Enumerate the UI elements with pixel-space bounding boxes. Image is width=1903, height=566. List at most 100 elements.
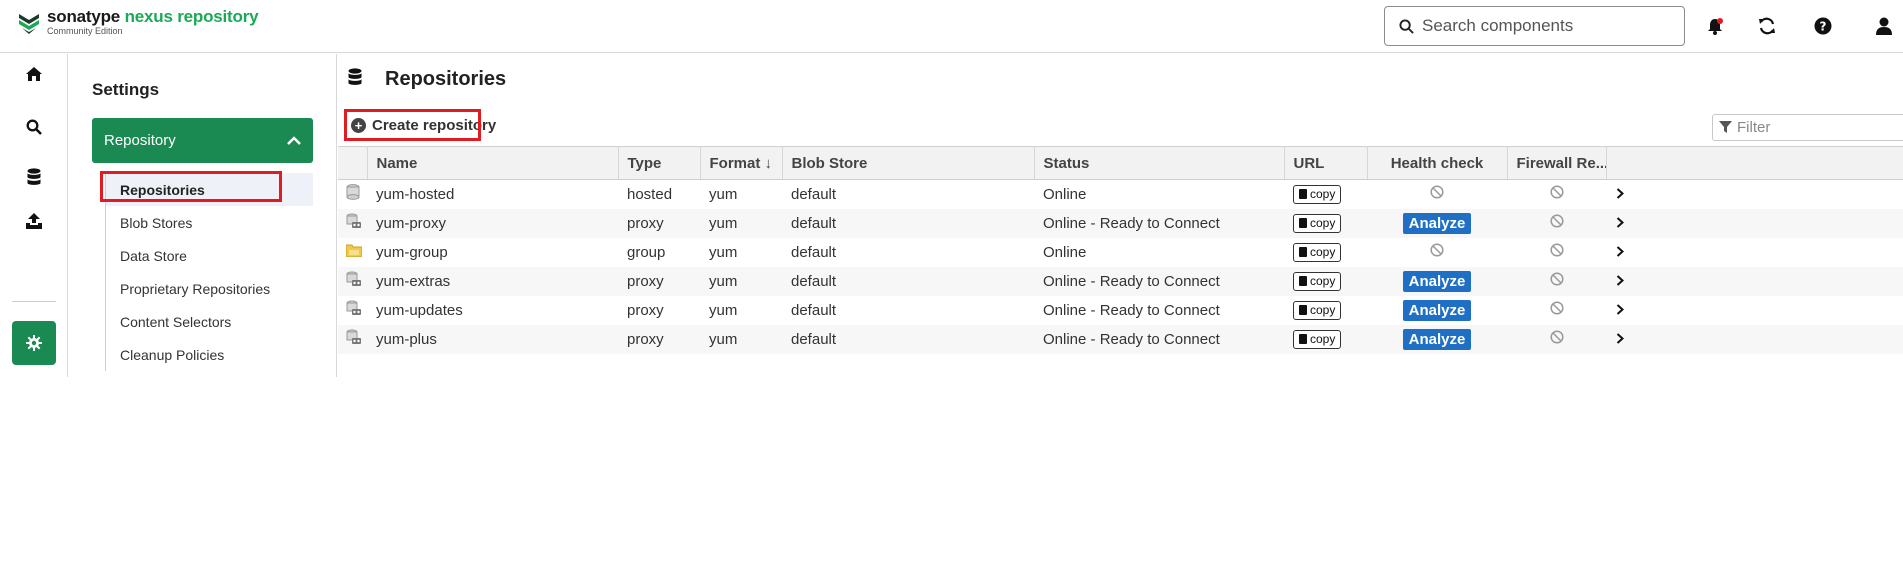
repo-type-icon-cell [338, 266, 367, 296]
repo-status: Online - Ready to Connect [1034, 208, 1284, 238]
repo-url-cell: copy [1284, 180, 1367, 209]
subnav-item-blob-stores[interactable]: Blob Stores [106, 206, 313, 239]
proxy-repo-icon [346, 271, 362, 291]
health-check-cell: Analyze [1367, 266, 1507, 296]
settings-nav-button[interactable] [12, 321, 56, 365]
row-chevron-cell[interactable] [1606, 266, 1903, 296]
analyze-button[interactable]: Analyze [1402, 270, 1472, 292]
settings-title: Settings [92, 80, 160, 99]
col-header-name[interactable]: Name [367, 146, 619, 180]
repo-type: proxy [618, 266, 700, 296]
brand-logo[interactable]: sonatype nexus repository Community Edit… [17, 7, 259, 36]
repo-format: yum [709, 301, 738, 319]
repo-type: proxy [618, 324, 700, 354]
repositories-table: Name Type Format ↓ Blob Store Status URL… [338, 146, 1903, 354]
notifications-bell-icon[interactable] [1703, 14, 1727, 38]
chevron-up-icon [287, 135, 301, 145]
search-components-input[interactable] [1422, 16, 1662, 36]
repo-status: Online [1043, 185, 1087, 203]
upload-nav-button[interactable] [12, 201, 56, 241]
repository-group-label: Repository [104, 132, 176, 149]
browse-nav-button[interactable] [12, 157, 56, 197]
subnav-item-content-selectors[interactable]: Content Selectors [106, 305, 313, 338]
row-chevron-cell[interactable] [1606, 208, 1903, 238]
filter-icon [1719, 121, 1732, 133]
settings-panel: Settings Repository Repositories Blob St… [69, 54, 337, 377]
repo-url-cell: copy [1284, 296, 1367, 325]
row-chevron-cell[interactable] [1606, 180, 1903, 209]
col-header-type[interactable]: Type [618, 146, 701, 180]
copy-label: copy [1310, 332, 1336, 346]
col-header-blob-store[interactable]: Blob Store [782, 146, 1035, 180]
home-nav-button[interactable] [12, 54, 56, 94]
repo-name: yum-group [376, 243, 448, 261]
copy-url-button[interactable]: copy [1293, 329, 1342, 349]
firewall-report-cell [1507, 324, 1606, 354]
repo-type: proxy [618, 208, 700, 238]
copy-url-button[interactable]: copy [1293, 213, 1342, 233]
create-repository-button[interactable]: + Create repository [349, 112, 496, 139]
table-row[interactable]: yum-proxy proxy yum default Online - Ready t… [338, 208, 1903, 238]
table-row[interactable]: yum-extras proxy yum default Online - Ready … [338, 266, 1903, 296]
health-check-cell: Analyze [1367, 208, 1507, 238]
search-nav-button[interactable] [12, 107, 56, 147]
clipboard-icon [1299, 334, 1307, 344]
repo-status: Online - Ready to Connect [1034, 324, 1284, 354]
copy-url-button[interactable]: copy [1293, 242, 1342, 262]
col-header-format[interactable]: Format ↓ [700, 146, 783, 180]
analyze-button[interactable]: Analyze [1402, 299, 1472, 321]
home-icon [26, 67, 42, 81]
subnav-item-cleanup-policies[interactable]: Cleanup Policies [106, 338, 313, 371]
firewall-report-cell [1507, 296, 1606, 325]
subnav-item-repositories[interactable]: Repositories [106, 173, 313, 206]
brand-name: sonatype [47, 7, 121, 26]
repo-url-cell: copy [1284, 238, 1367, 267]
search-components-box[interactable] [1384, 6, 1685, 46]
row-chevron-cell[interactable] [1606, 324, 1903, 354]
filter-box[interactable] [1712, 114, 1903, 141]
table-row[interactable]: yum-updates proxy yum default Online - Ready… [338, 296, 1903, 325]
repo-type: group [627, 243, 666, 261]
not-available-icon [1430, 185, 1444, 199]
table-row[interactable]: yum-plus proxy yum default Online - Ready to… [338, 324, 1903, 354]
subnav-item-proprietary-repositories[interactable]: Proprietary Repositories [106, 272, 313, 305]
analyze-button[interactable]: Analyze [1402, 328, 1472, 350]
repo-format: yum [709, 185, 738, 203]
repo-status: Online - Ready to Connect [1043, 301, 1220, 319]
col-header-status[interactable]: Status [1034, 146, 1285, 180]
repo-status: Online [1043, 243, 1087, 261]
row-chevron-cell[interactable] [1606, 238, 1903, 267]
repository-group-toggle[interactable]: Repository [92, 118, 313, 163]
copy-label: copy [1310, 216, 1336, 230]
health-check-cell [1367, 180, 1507, 209]
subnav-item-data-store[interactable]: Data Store [106, 239, 313, 272]
copy-label: copy [1310, 245, 1336, 259]
repo-blob-store: default [791, 243, 837, 261]
page-title: Repositories [385, 68, 507, 90]
clipboard-icon [1299, 305, 1307, 315]
help-icon[interactable]: ? [1811, 14, 1835, 38]
row-chevron-cell[interactable] [1606, 296, 1903, 325]
copy-label: copy [1310, 303, 1336, 317]
table-header-row: Name Type Format ↓ Blob Store Status URL… [338, 146, 1903, 180]
database-icon [27, 168, 41, 185]
col-header-firewall-report[interactable]: Firewall Re... [1507, 146, 1607, 180]
database-icon [348, 68, 362, 85]
user-account-icon[interactable] [1872, 14, 1896, 38]
col-header-url[interactable]: URL [1284, 146, 1368, 180]
refresh-icon[interactable] [1755, 14, 1779, 38]
table-row[interactable]: yum-hosted hosted yum default Online copy [338, 180, 1903, 209]
repo-blob-store: default [791, 185, 837, 203]
copy-url-button[interactable]: copy [1293, 184, 1342, 204]
repo-url-cell: copy [1284, 208, 1367, 238]
table-row[interactable]: yum-group group yum default Online copy [338, 238, 1903, 267]
chevron-right-icon [1616, 245, 1624, 257]
rail-divider [12, 301, 56, 302]
filter-input[interactable] [1737, 119, 1897, 136]
analyze-button[interactable]: Analyze [1402, 212, 1472, 234]
sonatype-logo-icon [19, 14, 39, 34]
copy-url-button[interactable]: copy [1293, 271, 1342, 291]
col-header-health-check[interactable]: Health check [1367, 146, 1508, 180]
search-icon [1399, 18, 1414, 34]
copy-url-button[interactable]: copy [1293, 300, 1342, 320]
